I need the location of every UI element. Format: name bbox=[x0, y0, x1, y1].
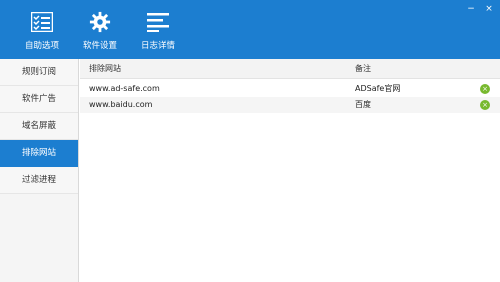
excluded-sites-table: 排除网站 备注 www.ad-safe.com ADSafe官网 × www.b… bbox=[80, 59, 500, 282]
log-lines-icon bbox=[146, 10, 170, 34]
app-window: − × 自助选项 软件设置 日志详情 规则订阅 软件广告 域名屏蔽 排除网站 过… bbox=[0, 0, 500, 282]
delete-icon[interactable]: × bbox=[480, 100, 490, 110]
toolbar-label: 自助选项 bbox=[24, 41, 59, 51]
sidebar: 规则订阅 软件广告 域名屏蔽 排除网站 过滤进程 bbox=[0, 59, 79, 282]
table-row[interactable]: www.baidu.com 百度 × bbox=[80, 97, 500, 113]
sidebar-item-filter-process[interactable]: 过滤进程 bbox=[0, 167, 78, 194]
sidebar-item-domain-block[interactable]: 域名屏蔽 bbox=[0, 113, 78, 140]
table-cell-note: 百度 bbox=[355, 100, 371, 109]
window-controls: − × bbox=[464, 3, 496, 15]
sidebar-item-rule-subscription[interactable]: 规则订阅 bbox=[0, 59, 78, 86]
toolbar-label: 软件设置 bbox=[82, 41, 117, 51]
table-cell-site: www.baidu.com bbox=[89, 100, 153, 109]
toolbar-label: 日志详情 bbox=[140, 41, 175, 51]
close-button[interactable]: × bbox=[482, 3, 496, 15]
sidebar-item-excluded-sites[interactable]: 排除网站 bbox=[0, 140, 78, 167]
table-cell-site: www.ad-safe.com bbox=[89, 84, 160, 93]
column-header-note: 备注 bbox=[355, 64, 371, 73]
checklist-icon bbox=[30, 10, 54, 34]
sidebar-item-software-ads[interactable]: 软件广告 bbox=[0, 86, 78, 113]
table-row[interactable]: www.ad-safe.com ADSafe官网 × bbox=[80, 81, 500, 97]
toolbar-log-button[interactable]: 日志详情 bbox=[134, 10, 182, 56]
top-toolbar: − × 自助选项 软件设置 日志详情 bbox=[0, 0, 500, 59]
gear-icon bbox=[88, 10, 112, 34]
toolbar-settings-button[interactable]: 软件设置 bbox=[76, 10, 124, 56]
table-cell-note: ADSafe官网 bbox=[355, 84, 401, 93]
table-header: 排除网站 备注 bbox=[80, 59, 500, 79]
delete-icon[interactable]: × bbox=[480, 84, 490, 94]
column-header-site: 排除网站 bbox=[89, 64, 121, 73]
toolbar-self-service-button[interactable]: 自助选项 bbox=[18, 10, 66, 56]
minimize-button[interactable]: − bbox=[464, 3, 478, 15]
